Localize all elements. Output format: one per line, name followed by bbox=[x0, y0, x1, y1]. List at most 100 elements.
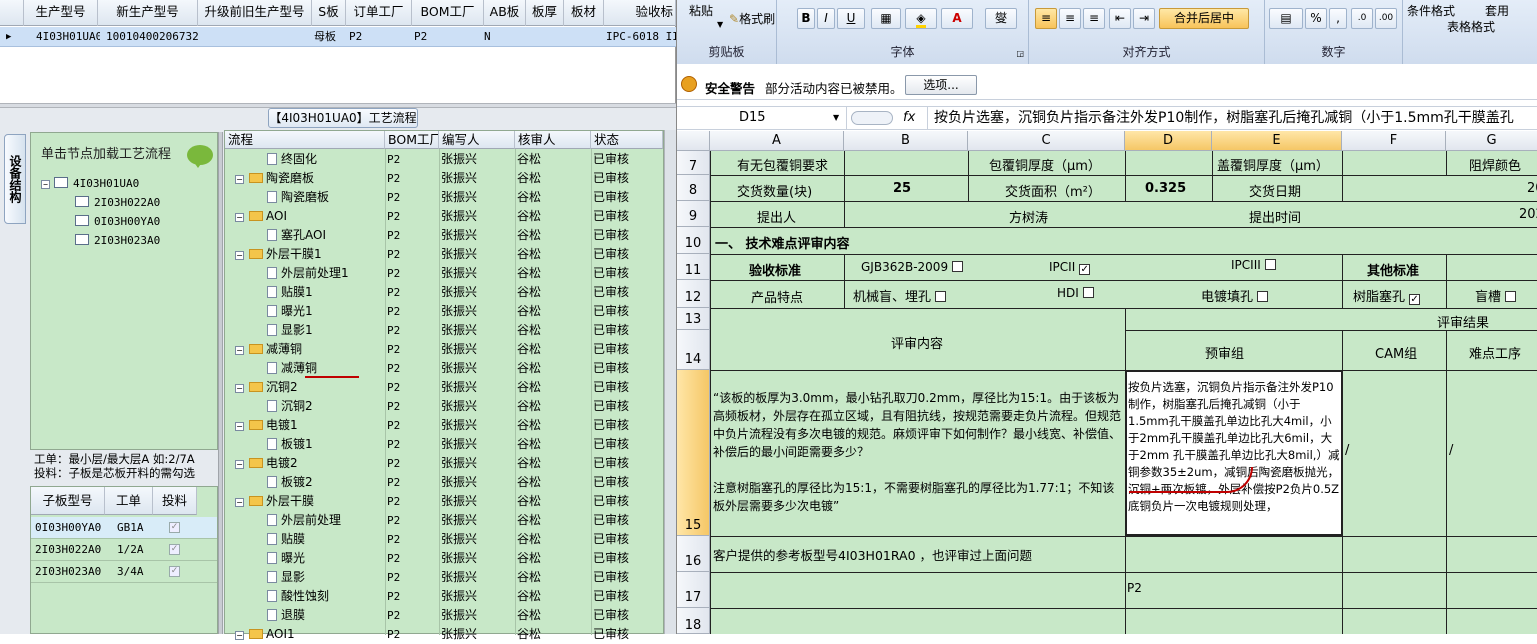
col-header[interactable]: 投料 bbox=[153, 487, 197, 515]
reviewer-cell[interactable]: 谷松 bbox=[517, 302, 541, 321]
cell-acceptance[interactable]: IPC-6018 II bbox=[606, 27, 676, 47]
col-header[interactable]: 工单 bbox=[105, 487, 153, 515]
col-header-b[interactable]: B bbox=[844, 131, 968, 151]
col-header[interactable]: BOM工厂 bbox=[412, 0, 484, 26]
row-header[interactable]: 12 bbox=[677, 280, 710, 308]
align-center-button[interactable]: ≡ bbox=[1059, 8, 1081, 29]
underline-button[interactable]: U bbox=[837, 8, 865, 29]
row-header[interactable]: 17 bbox=[677, 572, 710, 608]
flow-step-cell[interactable]: − 减薄铜 bbox=[229, 340, 385, 359]
collapse-icon[interactable]: − bbox=[235, 631, 244, 640]
author-cell[interactable]: 张振兴 bbox=[441, 188, 477, 207]
status-cell[interactable]: 已审核 bbox=[593, 245, 629, 264]
row-header[interactable]: 13 bbox=[677, 308, 710, 330]
status-cell[interactable]: 已审核 bbox=[593, 283, 629, 302]
status-cell[interactable]: 已审核 bbox=[593, 340, 629, 359]
tree-node[interactable]: 0I03H00YA0 bbox=[75, 213, 160, 230]
author-cell[interactable]: 张振兴 bbox=[441, 226, 477, 245]
bom-factory-cell[interactable]: P2 bbox=[387, 530, 400, 549]
cell-r11-a[interactable]: 验收标准 bbox=[749, 260, 801, 279]
status-cell[interactable]: 已审核 bbox=[593, 435, 629, 454]
cell-r12-f[interactable]: 树脂塞孔 ✓ bbox=[1353, 286, 1421, 305]
align-right-button[interactable]: ≡ bbox=[1083, 8, 1105, 29]
table-row[interactable]: 板镀2 P2 张振兴 谷松 已审核 bbox=[225, 473, 663, 492]
status-cell[interactable]: 已审核 bbox=[593, 188, 629, 207]
flow-step-cell[interactable]: 外层前处理1 bbox=[229, 264, 385, 283]
author-cell[interactable]: 张振兴 bbox=[441, 340, 477, 359]
table-row[interactable]: 2I03H022A0 1/2A ✓ bbox=[31, 539, 217, 561]
ipciii-checkbox[interactable] bbox=[1264, 259, 1276, 270]
flow-step-cell[interactable]: 板镀2 bbox=[229, 473, 385, 492]
bom-factory-cell[interactable]: P2 bbox=[387, 150, 400, 169]
font-color-button[interactable]: A bbox=[941, 8, 973, 29]
author-cell[interactable]: 张振兴 bbox=[441, 283, 477, 302]
cell-r7-a[interactable]: 有无包覆铜要求 bbox=[737, 155, 828, 174]
bom-factory-cell[interactable]: P2 bbox=[387, 283, 400, 302]
flow-step-cell[interactable]: 曝光1 bbox=[229, 302, 385, 321]
table-row[interactable]: 显影1 P2 张振兴 谷松 已审核 bbox=[225, 321, 663, 340]
percent-button[interactable]: % bbox=[1305, 8, 1327, 29]
gjb-checkbox[interactable] bbox=[952, 261, 964, 272]
table-row[interactable]: 0I03H00YA0 GB1A ✓ bbox=[31, 517, 217, 539]
table-row[interactable]: 减薄铜 P2 张振兴 谷松 已审核 bbox=[225, 359, 663, 378]
reviewer-cell[interactable]: 谷松 bbox=[517, 226, 541, 245]
col-header[interactable]: 生产型号 bbox=[24, 0, 98, 26]
bom-factory-cell[interactable]: P2 bbox=[387, 188, 400, 207]
blind-buried-checkbox[interactable] bbox=[935, 291, 947, 302]
bom-factory-cell[interactable]: P2 bbox=[387, 302, 400, 321]
col-header[interactable]: AB板 bbox=[484, 0, 526, 26]
reviewer-cell[interactable]: 谷松 bbox=[517, 188, 541, 207]
align-left-button[interactable]: ≡ bbox=[1035, 8, 1057, 29]
conditional-format-button[interactable]: 条件格式 bbox=[1407, 2, 1455, 19]
row-header[interactable]: 9 bbox=[677, 201, 710, 227]
status-cell[interactable]: 已审核 bbox=[593, 511, 629, 530]
flow-step-cell[interactable]: − 电镀1 bbox=[229, 416, 385, 435]
table-row[interactable]: − 电镀1 P2 张振兴 谷松 已审核 bbox=[225, 416, 663, 435]
collapse-icon[interactable]: − bbox=[235, 384, 244, 393]
bom-factory-cell[interactable]: P2 bbox=[387, 340, 400, 359]
row-header[interactable]: 11 bbox=[677, 254, 710, 280]
status-cell[interactable]: 已审核 bbox=[593, 416, 629, 435]
cell-r12-d[interactable]: HDI bbox=[1057, 286, 1094, 300]
author-cell[interactable]: 张振兴 bbox=[441, 207, 477, 226]
formula-expand-control[interactable] bbox=[851, 111, 893, 125]
reviewer-cell[interactable]: 谷松 bbox=[517, 169, 541, 188]
status-cell[interactable]: 已审核 bbox=[593, 359, 629, 378]
flow-step-cell[interactable]: 贴膜1 bbox=[229, 283, 385, 302]
reviewer-cell[interactable]: 谷松 bbox=[517, 530, 541, 549]
status-cell[interactable]: 已审核 bbox=[593, 473, 629, 492]
process-flow-grid[interactable]: 流程 BOM工厂 编写人 核审人 状态 终固化 P2 张振兴 谷松 已审核 − 陶瓷磨板 P2… bbox=[224, 130, 664, 641]
reviewer-cell[interactable]: 谷松 bbox=[517, 454, 541, 473]
table-row[interactable]: 外层前处理1 P2 张振兴 谷松 已审核 bbox=[225, 264, 663, 283]
cell-order-factory[interactable]: P2 bbox=[349, 27, 379, 47]
author-cell[interactable]: 张振兴 bbox=[441, 568, 477, 587]
increase-decimal-button[interactable]: .0 bbox=[1351, 8, 1373, 29]
table-row[interactable]: 沉铜2 P2 张振兴 谷松 已审核 bbox=[225, 397, 663, 416]
status-cell[interactable]: 已审核 bbox=[593, 226, 629, 245]
cell-r13-result[interactable]: 评审结果 bbox=[1437, 312, 1489, 331]
author-cell[interactable]: 张振兴 bbox=[441, 511, 477, 530]
bom-factory-cell[interactable]: P2 bbox=[387, 435, 400, 454]
cell-bom-factory[interactable]: P2 bbox=[414, 27, 444, 47]
cell-r10-a[interactable]: 一、 技术难点评审内容 bbox=[715, 233, 850, 252]
bom-factory-cell[interactable]: P2 bbox=[387, 245, 400, 264]
bom-factory-cell[interactable]: P2 bbox=[387, 587, 400, 606]
cell-r8-g[interactable]: 20 bbox=[1527, 181, 1537, 196]
paste-dropdown-icon[interactable]: ▼ bbox=[717, 20, 723, 29]
cell-r9-e[interactable]: 提出时间 bbox=[1249, 207, 1301, 226]
bom-factory-cell[interactable]: P2 bbox=[387, 511, 400, 530]
collapse-icon[interactable]: − bbox=[235, 422, 244, 431]
reviewer-cell[interactable]: 谷松 bbox=[517, 321, 541, 340]
flow-step-cell[interactable]: 贴膜 bbox=[229, 530, 385, 549]
collapse-icon[interactable]: − bbox=[235, 460, 244, 469]
cell-r12-g[interactable]: 盲槽 bbox=[1475, 286, 1517, 305]
row-header[interactable]: 7 bbox=[677, 151, 710, 175]
flow-step-cell[interactable]: 沉铜2 bbox=[229, 397, 385, 416]
table-format-button[interactable]: 表格格式 bbox=[1447, 18, 1495, 35]
decrease-decimal-button[interactable]: .00 bbox=[1375, 8, 1397, 29]
tree-view[interactable]: − 4I03H01UA0 2I03H022A0 0I03H00YA0 2I03H0… bbox=[37, 173, 213, 443]
phonetic-button[interactable]: 燮 bbox=[985, 8, 1017, 29]
vertical-splitter[interactable] bbox=[218, 132, 223, 634]
bom-factory-cell[interactable]: P2 bbox=[387, 625, 400, 644]
cell-r11-d[interactable]: IPCII ✓ bbox=[1049, 260, 1091, 275]
